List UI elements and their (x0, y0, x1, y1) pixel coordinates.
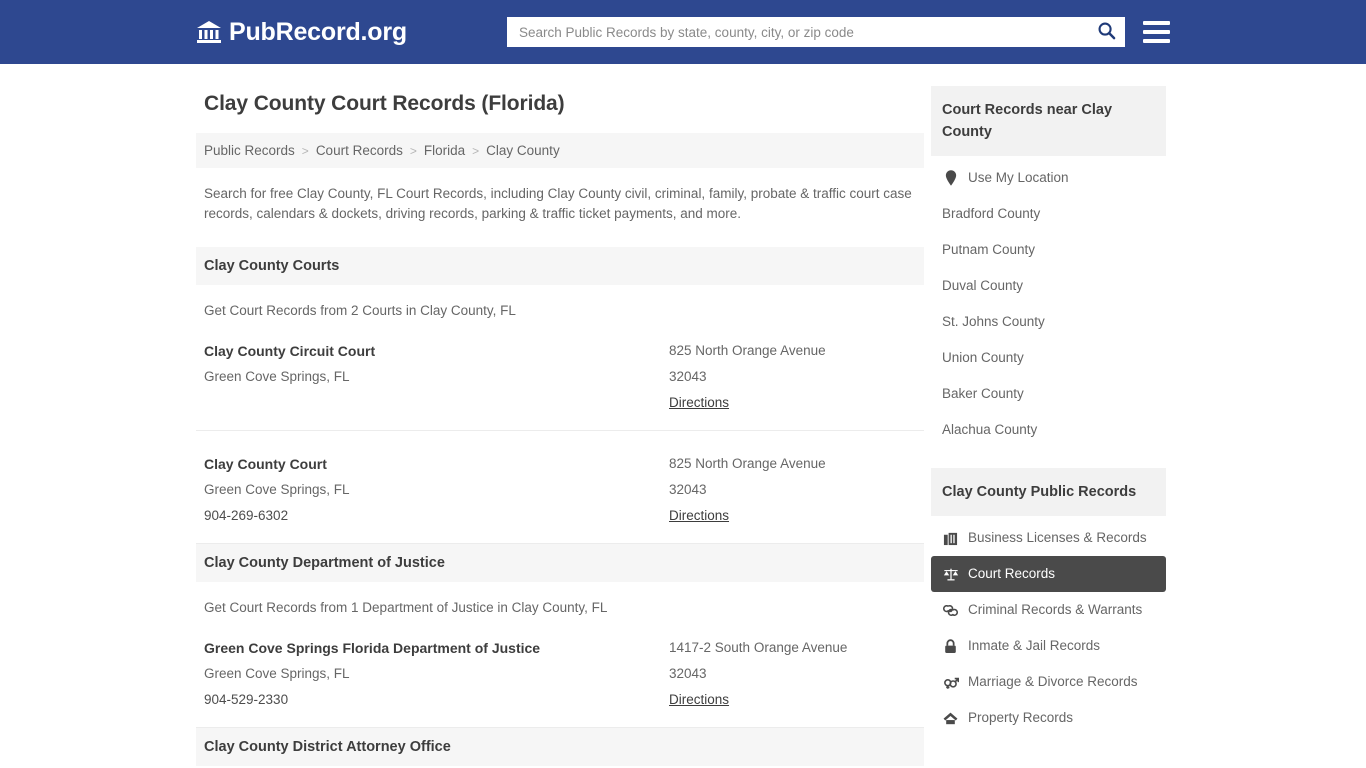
breadcrumb-item-clay-county[interactable]: Clay County (486, 143, 560, 158)
search-icon (1097, 21, 1116, 43)
sidebar-item-label: St. Johns County (942, 314, 1045, 329)
sidebar-item-label: Union County (942, 350, 1024, 365)
breadcrumb-item-florida[interactable]: Florida (424, 143, 465, 158)
sidebar-item-label: Criminal Records & Warrants (968, 602, 1143, 617)
sidebar-item-label: Property Records (968, 710, 1074, 725)
bank-courthouse-icon (196, 20, 222, 44)
sidebar-item-alachua-county[interactable]: Alachua County (931, 412, 1166, 448)
listing-address: 825 North Orange Avenue (669, 343, 826, 358)
sidebar-item-duval-county[interactable]: Duval County (931, 268, 1166, 304)
listing-row: Green Cove Springs Florida Department of… (196, 615, 924, 728)
listing-row: Clay County Circuit Court Green Cove Spr… (196, 318, 924, 431)
breadcrumb-item-public-records[interactable]: Public Records (204, 143, 295, 158)
sidebar-item-property-records[interactable]: Property Records (931, 700, 1166, 736)
sidebar-heading-public-records: Clay County Public Records (931, 468, 1166, 516)
listing-left: Clay County Circuit Court Green Cove Spr… (204, 338, 669, 416)
house-icon (942, 710, 959, 727)
sidebar-item-putnam-county[interactable]: Putnam County (931, 232, 1166, 268)
listing-phone[interactable]: 904-269-6302 (204, 503, 669, 529)
search-bar (506, 17, 1126, 47)
page-container: Clay County Court Records (Florida) Publ… (0, 64, 1366, 768)
main-content: Clay County Court Records (Florida) Publ… (196, 86, 924, 768)
gender-symbols-icon (942, 674, 959, 691)
listing-name[interactable]: Green Cove Springs Florida Department of… (204, 635, 669, 661)
listing-left: Clay County Court Green Cove Springs, FL… (204, 451, 669, 529)
sidebar-item-st-johns-county[interactable]: St. Johns County (931, 304, 1166, 340)
sidebar-item-label: Alachua County (942, 422, 1038, 437)
sidebar-item-inmate-jail-records[interactable]: Inmate & Jail Records (931, 628, 1166, 664)
sidebar-item-bradford-county[interactable]: Bradford County (931, 196, 1166, 232)
sidebar-item-court-records[interactable]: Court Records (931, 556, 1166, 592)
listing-city: Green Cove Springs, FL (204, 666, 350, 681)
directions-link[interactable]: Directions (669, 503, 729, 529)
directions-link[interactable]: Directions (669, 390, 729, 416)
sidebar-item-baker-county[interactable]: Baker County (931, 376, 1166, 412)
breadcrumb-separator: > (301, 143, 309, 158)
lock-icon (942, 638, 959, 655)
listing-row: Clay County Court Green Cove Springs, FL… (196, 431, 924, 544)
breadcrumb-separator: > (409, 143, 417, 158)
hamburger-bar (1143, 30, 1170, 34)
listing-left: Green Cove Springs Florida Department of… (204, 635, 669, 713)
sidebar: Court Records near Clay County Use My Lo… (931, 86, 1166, 768)
section-header-district-attorney: Clay County District Attorney Office (196, 728, 924, 766)
sidebar-public-records-list: Business Licenses & Records Court Record… (931, 516, 1166, 736)
section-header-doj: Clay County Department of Justice (196, 544, 924, 582)
listing-zip: 32043 (669, 369, 707, 384)
listing-right: 825 North Orange Avenue 32043 Directions (669, 338, 916, 416)
sidebar-nearby-list: Use My Location Bradford County Putnam C… (931, 156, 1166, 448)
sidebar-item-label: Inmate & Jail Records (968, 638, 1101, 653)
breadcrumb-item-court-records[interactable]: Court Records (316, 143, 403, 158)
listing-address: 1417-2 South Orange Avenue (669, 640, 848, 655)
scales-of-justice-icon (942, 566, 959, 583)
sidebar-item-use-my-location[interactable]: Use My Location (931, 160, 1166, 196)
page-intro-text: Search for free Clay County, FL Court Re… (204, 186, 912, 221)
search-button[interactable] (1095, 21, 1117, 43)
sidebar-heading-nearby: Court Records near Clay County (931, 86, 1166, 156)
sidebar-item-label: Court Records (968, 566, 1056, 581)
sidebar-item-label: Duval County (942, 278, 1024, 293)
listing-city: Green Cove Springs, FL (204, 369, 350, 384)
sidebar-item-criminal-records[interactable]: Criminal Records & Warrants (931, 592, 1166, 628)
site-header: PubRecord.org (0, 0, 1366, 64)
search-input[interactable] (518, 17, 1096, 47)
site-logo[interactable]: PubRecord.org (196, 18, 407, 47)
page-title: Clay County Court Records (Florida) (204, 92, 565, 115)
listing-address: 825 North Orange Avenue (669, 456, 826, 471)
hamburger-bar (1143, 39, 1170, 43)
listing-zip: 32043 (669, 482, 707, 497)
sidebar-item-label: Marriage & Divorce Records (968, 674, 1138, 689)
handcuffs-icon (942, 602, 959, 619)
listing-name[interactable]: Clay County Circuit Court (204, 338, 669, 364)
listing-right: 825 North Orange Avenue 32043 Directions (669, 451, 916, 529)
directions-link[interactable]: Directions (669, 687, 729, 713)
section-subtext-doj: Get Court Records from 1 Department of J… (204, 600, 608, 615)
listing-phone[interactable]: 904-529-2330 (204, 687, 669, 713)
sidebar-item-union-county[interactable]: Union County (931, 340, 1166, 376)
sidebar-item-label: Putnam County (942, 242, 1036, 257)
sidebar-item-label: Use My Location (968, 170, 1069, 185)
sidebar-item-label: Business Licenses & Records (968, 530, 1147, 545)
breadcrumb-separator: > (472, 143, 480, 158)
sidebar-item-label: Bradford County (942, 206, 1041, 221)
map-pin-icon (942, 170, 959, 187)
section-header-courts: Clay County Courts (196, 247, 924, 285)
listing-city: Green Cove Springs, FL (204, 482, 350, 497)
hamburger-menu-icon[interactable] (1143, 21, 1170, 43)
briefcase-icon (942, 530, 959, 547)
listing-right: 1417-2 South Orange Avenue 32043 Directi… (669, 635, 916, 713)
site-logo-text: PubRecord.org (229, 17, 407, 46)
sidebar-item-business-licenses[interactable]: Business Licenses & Records (931, 520, 1166, 556)
listing-zip: 32043 (669, 666, 707, 681)
hamburger-bar (1143, 21, 1170, 25)
sidebar-item-marriage-divorce-records[interactable]: Marriage & Divorce Records (931, 664, 1166, 700)
listing-name[interactable]: Clay County Court (204, 451, 669, 477)
section-subtext-courts: Get Court Records from 2 Courts in Clay … (204, 303, 516, 318)
sidebar-item-label: Baker County (942, 386, 1024, 401)
breadcrumb: Public Records > Court Records > Florida… (196, 133, 924, 168)
